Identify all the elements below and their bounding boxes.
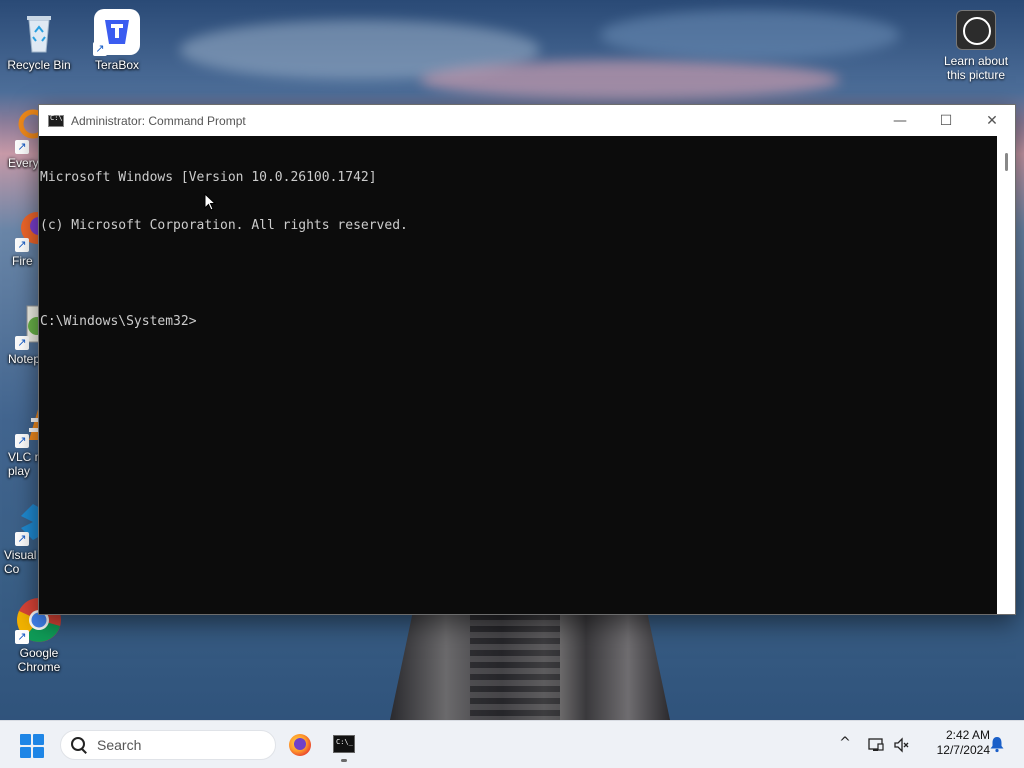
console-line: (c) Microsoft Corporation. All rights re…	[40, 218, 408, 233]
shortcut-arrow-icon: ↗	[15, 434, 29, 448]
notification-bell-icon[interactable]	[988, 735, 1006, 753]
pier-steps	[470, 614, 560, 720]
sky-cloud	[420, 60, 840, 100]
clock-time: 2:42 AM	[945, 728, 990, 742]
close-button[interactable]: ✕	[969, 105, 1015, 136]
cmd-icon	[48, 114, 64, 127]
start-button[interactable]	[20, 734, 44, 758]
terabox-icon: ↗	[93, 8, 141, 56]
desktop-icon-terabox[interactable]: ↗ TeraBox	[82, 8, 152, 72]
sky-cloud	[600, 10, 900, 60]
network-icon[interactable]	[867, 736, 885, 754]
vertical-scrollbar[interactable]	[997, 136, 1015, 614]
search-placeholder: Search	[97, 737, 142, 753]
desktop-icon-label: Recycle Bin	[7, 58, 71, 72]
clock-date: 12/7/2024	[936, 743, 990, 757]
window-titlebar[interactable]: Administrator: Command Prompt — ☐ ✕	[39, 105, 1015, 136]
taskbar: Search ^ 2:42 AM 12/7/2024	[0, 720, 1024, 768]
mouse-pointer-icon	[204, 192, 217, 216]
command-prompt-window[interactable]: Administrator: Command Prompt — ☐ ✕ Micr…	[38, 104, 1016, 615]
taskbar-firefox[interactable]	[284, 729, 316, 761]
maximize-button[interactable]: ☐	[923, 105, 969, 136]
active-indicator	[341, 759, 347, 762]
desktop-icon-recycle-bin[interactable]: Recycle Bin	[4, 8, 74, 72]
spotlight-icon	[956, 10, 996, 50]
search-icon	[71, 737, 87, 753]
windows-logo-icon	[20, 734, 31, 745]
shortcut-arrow-icon: ↗	[15, 630, 29, 644]
cmd-icon	[333, 735, 355, 753]
shortcut-arrow-icon: ↗	[93, 42, 107, 56]
desktop-icon-label: Google Chrome	[17, 646, 61, 674]
search-box[interactable]: Search	[60, 730, 276, 760]
window-title: Administrator: Command Prompt	[71, 113, 246, 128]
minimize-button[interactable]: —	[877, 105, 923, 136]
recycle-bin-icon	[15, 8, 63, 56]
desktop-icon-label: TeraBox	[94, 58, 140, 72]
shortcut-arrow-icon: ↗	[15, 238, 29, 252]
console-output[interactable]: Microsoft Windows [Version 10.0.26100.17…	[39, 136, 997, 614]
learn-about-picture[interactable]: Learn about this picture	[936, 6, 1016, 90]
shortcut-arrow-icon: ↗	[15, 140, 29, 154]
taskbar-command-prompt[interactable]	[328, 729, 360, 762]
console-line: Microsoft Windows [Version 10.0.26100.17…	[40, 170, 377, 185]
clock[interactable]: 2:42 AM 12/7/2024	[916, 728, 990, 758]
learn-about-label: Learn about this picture	[943, 54, 1009, 82]
shortcut-arrow-icon: ↗	[15, 336, 29, 350]
console-prompt[interactable]: C:\Windows\System32>	[40, 314, 996, 330]
volume-muted-icon[interactable]	[893, 736, 911, 754]
scrollbar-thumb[interactable]	[1005, 153, 1008, 171]
shortcut-arrow-icon: ↗	[15, 532, 29, 546]
tray-overflow-chevron-icon[interactable]: ^	[836, 735, 854, 753]
